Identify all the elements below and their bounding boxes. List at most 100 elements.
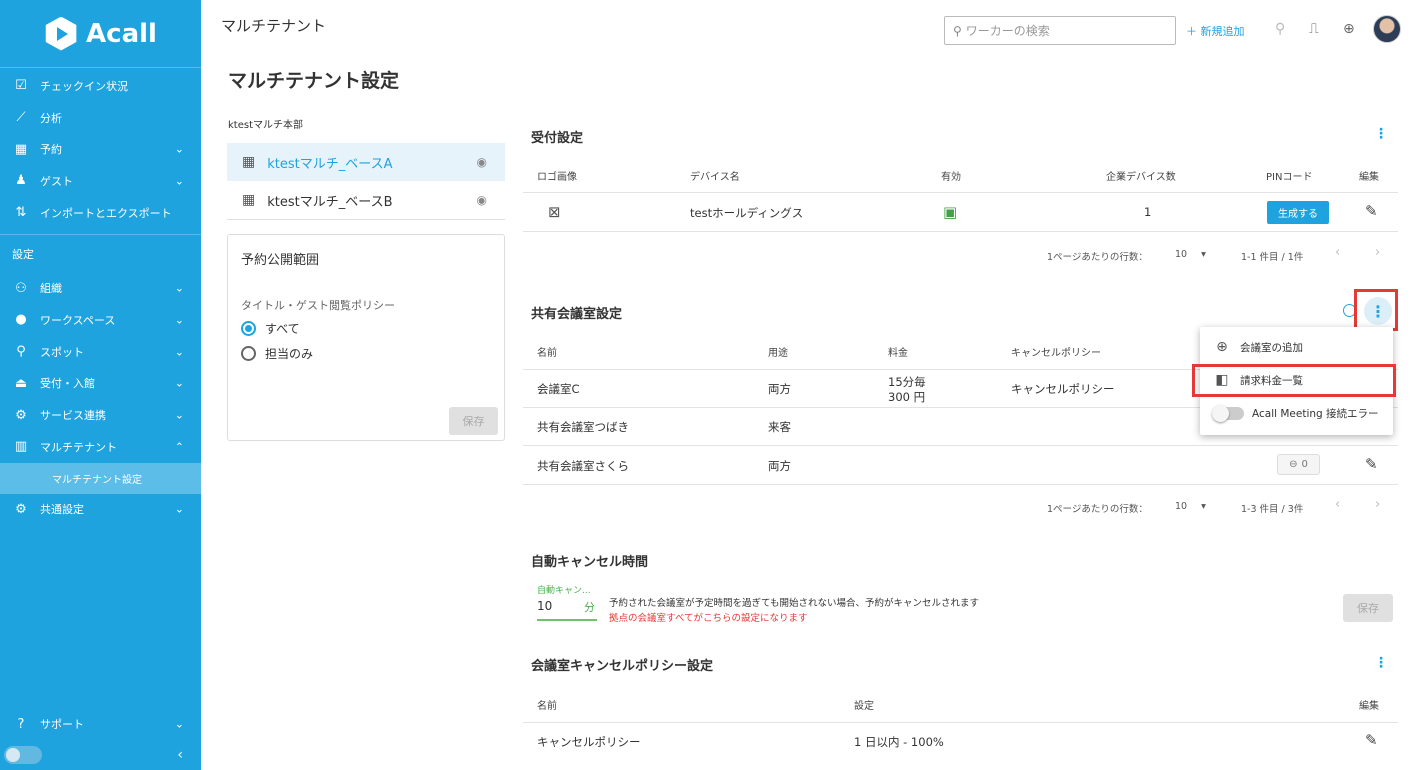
link-count: 0 <box>1301 459 1308 470</box>
link-chip[interactable]: ⊖ 0 <box>1277 454 1320 475</box>
toggle-switch[interactable] <box>1212 404 1244 422</box>
edit-icon[interactable]: ✎ <box>1365 731 1378 749</box>
column-header: ロゴ画像 <box>537 172 577 183</box>
prev-page-icon[interactable]: ‹ <box>1335 497 1340 512</box>
field-unit: 分 <box>584 601 595 614</box>
sidebar-item-label: ワークスペース <box>40 313 116 327</box>
radio-all[interactable]: すべて <box>241 320 300 337</box>
more-vert-icon[interactable]: ⋮ <box>1374 126 1388 142</box>
radio-label: 担当のみ <box>265 347 314 361</box>
location-pin-icon[interactable]: ⚲ <box>1275 21 1285 37</box>
eye-icon[interactable]: ◉ <box>477 155 487 169</box>
spot-icon: ⚲ <box>16 344 26 360</box>
sidebar-item-reservations[interactable]: ▦ 予約 ⌄ <box>0 133 201 165</box>
tenant-item-b[interactable]: ▦ ktestマルチ_ベースB ◉ <box>227 181 505 219</box>
radio-own-only[interactable]: 担当のみ <box>241 345 313 362</box>
column-header: 設定 <box>854 701 874 712</box>
edit-icon[interactable]: ✎ <box>1365 455 1378 473</box>
room-name: 共有会議室さくら <box>537 459 629 473</box>
auto-cancel-save-button[interactable]: 保存 <box>1343 594 1393 622</box>
logo[interactable]: Acall <box>0 0 201 68</box>
chevron-up-icon: ⌃ <box>174 440 184 454</box>
sidebar-item-label: 共通設定 <box>40 503 84 517</box>
sidebar-item-label: インポートとエクスポート <box>40 206 172 220</box>
rows-per-page-select[interactable]: 10 ▾ <box>1175 501 1206 512</box>
chevron-down-icon: ⌄ <box>174 142 184 156</box>
highlight-box <box>1192 364 1396 397</box>
people-icon: ⚇ <box>15 280 27 296</box>
column-header: PINコード <box>1266 172 1313 183</box>
link-icon: ⚙ <box>15 407 27 423</box>
column-header: 用途 <box>768 348 788 359</box>
menu-item-add-room[interactable]: ⊕ 会議室の追加 <box>1200 332 1393 362</box>
import-export-icon: ⇅ <box>15 205 27 221</box>
rows-per-page-select[interactable]: 10 ▾ <box>1175 249 1206 260</box>
globe-icon[interactable]: ⊕ <box>1343 21 1355 37</box>
sidebar-item-multitenant[interactable]: ▥ マルチテナント ⌃ <box>0 431 201 463</box>
sidebar-item-import-export[interactable]: ⇅ インポートとエクスポート <box>0 197 201 229</box>
chevron-down-icon: ⌄ <box>174 313 184 327</box>
shared-rooms-title: 共有会議室設定 <box>531 307 623 322</box>
sidebar-item-organization[interactable]: ⚇ 組織 ⌄ <box>0 272 201 304</box>
sidebar-item-label: 組織 <box>40 282 62 296</box>
menu-item-meeting-error[interactable]: Acall Meeting 接続エラー <box>1200 398 1393 428</box>
rows-per-page-label: 1ページあたりの行数： <box>1047 504 1148 515</box>
sidebar-item-support[interactable]: ? サポート ⌄ <box>0 708 201 740</box>
top-title: マルチテナント <box>221 17 327 35</box>
sidebar-item-label: 分析 <box>40 111 62 125</box>
sidebar-item-analytics[interactable]: ⟋ 分析 <box>0 102 201 134</box>
rows-per-page-value: 10 <box>1175 501 1188 512</box>
rows-per-page-value: 10 <box>1175 249 1188 260</box>
highlight-box <box>1354 289 1398 331</box>
generate-pin-button[interactable]: 生成する <box>1267 201 1329 224</box>
avatar[interactable] <box>1373 15 1401 43</box>
rows-per-page-label: 1ページあたりの行数： <box>1047 252 1148 263</box>
sidebar-item-workspace[interactable]: ● ワークスペース ⌄ <box>0 304 201 336</box>
sidebar-item-guest[interactable]: ♟ ゲスト ⌄ <box>0 165 201 197</box>
reception-icon[interactable]: ⎍ <box>1309 21 1319 37</box>
divider <box>227 219 505 220</box>
theme-toggle[interactable] <box>4 746 42 764</box>
settings-section-label: 設定 <box>0 234 201 272</box>
next-page-icon[interactable]: › <box>1375 497 1380 512</box>
gears-icon: ⚙ <box>15 501 27 517</box>
sidebar-subitem-multitenant-settings[interactable]: マルチテナント設定 <box>0 462 201 494</box>
tenant-item-a[interactable]: ▦ ktestマルチ_ベースA ◉ <box>227 143 505 181</box>
column-header: 名前 <box>537 348 557 359</box>
auto-cancel-warning: 拠点の会議室すべてがこちらの設定になります <box>609 613 808 624</box>
tenant-name: ktestマルチ_ベースA <box>267 156 393 172</box>
sidebar-item-integrations[interactable]: ⚙ サービス連携 ⌄ <box>0 399 201 431</box>
auto-cancel-input[interactable]: 自動キャン... 10 分 <box>537 583 597 621</box>
device-name: testホールディングス <box>690 206 804 220</box>
room-fee: 15分毎 <box>888 375 926 389</box>
sidebar-item-reception[interactable]: ⏏ 受付・入館 ⌄ <box>0 368 201 400</box>
sidebar-item-label: マルチテナント <box>40 440 117 454</box>
publication-save-button[interactable]: 保存 <box>449 407 498 435</box>
sidebar-item-spot[interactable]: ⚲ スポット ⌄ <box>0 336 201 368</box>
auto-cancel-description: 予約された会議室が予定時間を過ぎても開始されない場合、予約がキャンセルされます <box>609 598 980 609</box>
radio-unchecked-icon <box>241 346 256 361</box>
bell-icon: ⏏ <box>14 375 28 391</box>
prev-page-icon[interactable]: ‹ <box>1335 245 1340 260</box>
collapse-sidebar-icon[interactable]: ‹ <box>177 747 183 763</box>
sidebar-item-checkin[interactable]: ☑ チェックイン状況 <box>0 70 201 102</box>
more-vert-icon[interactable]: ⋮ <box>1374 655 1388 671</box>
org-name: ktestマルチ本部 <box>228 120 303 131</box>
sidebar-item-common-settings[interactable]: ⚙ 共通設定 ⌄ <box>0 494 201 526</box>
next-page-icon[interactable]: › <box>1375 245 1380 260</box>
divider <box>523 192 1398 193</box>
chevron-down-icon: ⌄ <box>174 376 184 390</box>
chevron-down-icon: ⌄ <box>174 174 184 188</box>
add-new-button[interactable]: ＋ 新規追加 <box>1186 23 1245 39</box>
policy-name: キャンセルポリシー <box>537 735 641 749</box>
column-header: デバイス名 <box>690 172 740 183</box>
topbar: マルチテナント ⚲ ワーカーの検索 ＋ 新規追加 ⚲ ⎍ ⊕ <box>201 0 1422 52</box>
eye-icon[interactable]: ◉ <box>477 193 487 207</box>
edit-icon[interactable]: ✎ <box>1365 202 1378 220</box>
column-header: 名前 <box>537 701 557 712</box>
sidebar: Acall ☑ チェックイン状況 ⟋ 分析 ▦ 予約 ⌄ ♟ ゲスト ⌄ ⇅ インポートとエク… <box>0 0 201 770</box>
device-enabled-icon: ▣ <box>943 203 958 221</box>
search-input[interactable]: ⚲ ワーカーの検索 <box>944 16 1176 45</box>
room-name: 会議室C <box>537 382 580 396</box>
radio-checked-icon <box>241 321 256 336</box>
